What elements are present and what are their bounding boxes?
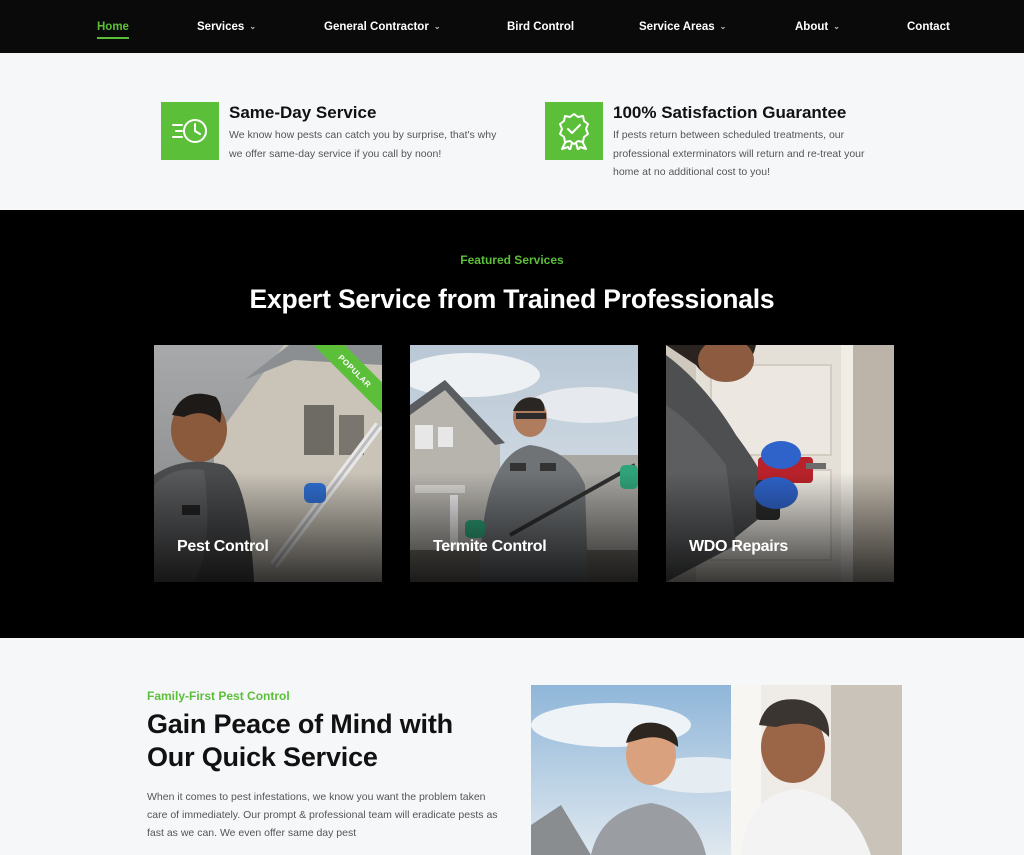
service-card-title: WDO Repairs — [689, 538, 788, 555]
chevron-down-icon: ⌄ — [833, 22, 840, 31]
service-card-wdo-repairs[interactable]: WDO Repairs — [666, 345, 894, 582]
section-title: Gain Peace of Mind with Our Quick Servic… — [147, 709, 453, 772]
service-card-title: Termite Control — [433, 538, 547, 555]
nav-item-label: General Contractor — [324, 20, 429, 33]
nav-item-contact[interactable]: Contact — [907, 0, 950, 53]
nav-item-label: About — [795, 20, 829, 33]
chevron-down-icon: ⌄ — [249, 22, 257, 31]
section-eyebrow: Family-First Pest Control — [147, 689, 290, 703]
nav-item-bird-control[interactable]: Bird Control — [507, 0, 574, 53]
service-card-title: Pest Control — [177, 538, 269, 555]
nav-item-label: Services — [197, 20, 245, 33]
nav-item-label: Home — [97, 20, 129, 33]
nav-item-label: Bird Control — [507, 20, 575, 33]
top-navigation: Home Services ⌄ General Contractor ⌄ Bir… — [0, 0, 1024, 53]
nav-item-service-areas[interactable]: Service Areas ⌄ — [639, 0, 726, 53]
active-underline — [97, 37, 129, 39]
chevron-down-icon: ⌄ — [719, 22, 727, 31]
card-gradient — [154, 472, 382, 582]
feature-text: If pests return between scheduled treatm… — [613, 129, 865, 178]
section-title: Expert Service from Trained Professional… — [249, 284, 775, 314]
nav-item-about[interactable]: About ⌄ — [795, 0, 840, 53]
service-card-pest-control[interactable]: POPULAR Pest Control — [154, 345, 382, 582]
feature-title: Same-Day Service — [229, 103, 377, 122]
card-gradient — [666, 472, 894, 582]
section-text: When it comes to pest infestations, we k… — [147, 791, 498, 839]
fast-clock-icon — [161, 102, 219, 160]
featured-services-section: Featured Services Expert Service from Tr… — [0, 210, 1024, 638]
feature-satisfaction: 100% Satisfaction Guarantee If pests ret… — [545, 102, 888, 182]
nav-item-label: Contact — [907, 20, 950, 33]
about-section: Family-First Pest Control Gain Peace of … — [0, 638, 1024, 855]
service-card-termite-control[interactable]: Termite Control — [410, 345, 638, 582]
nav-item-services[interactable]: Services ⌄ — [197, 0, 256, 53]
section-eyebrow: Featured Services — [460, 253, 564, 267]
features-strip: Same-Day Service We know how pests can c… — [0, 53, 1024, 210]
feature-title: 100% Satisfaction Guarantee — [613, 103, 847, 122]
nav-item-home[interactable]: Home — [97, 0, 129, 53]
nav-item-label: Service Areas — [639, 20, 715, 33]
feature-text: We know how pests can catch you by surpr… — [229, 129, 497, 160]
feature-same-day: Same-Day Service We know how pests can c… — [161, 102, 504, 163]
team-photo — [531, 685, 902, 855]
chevron-down-icon: ⌄ — [433, 22, 441, 31]
card-gradient — [410, 472, 638, 582]
nav-item-general-contractor[interactable]: General Contractor ⌄ — [324, 0, 441, 53]
award-ribbon-icon — [545, 102, 603, 160]
